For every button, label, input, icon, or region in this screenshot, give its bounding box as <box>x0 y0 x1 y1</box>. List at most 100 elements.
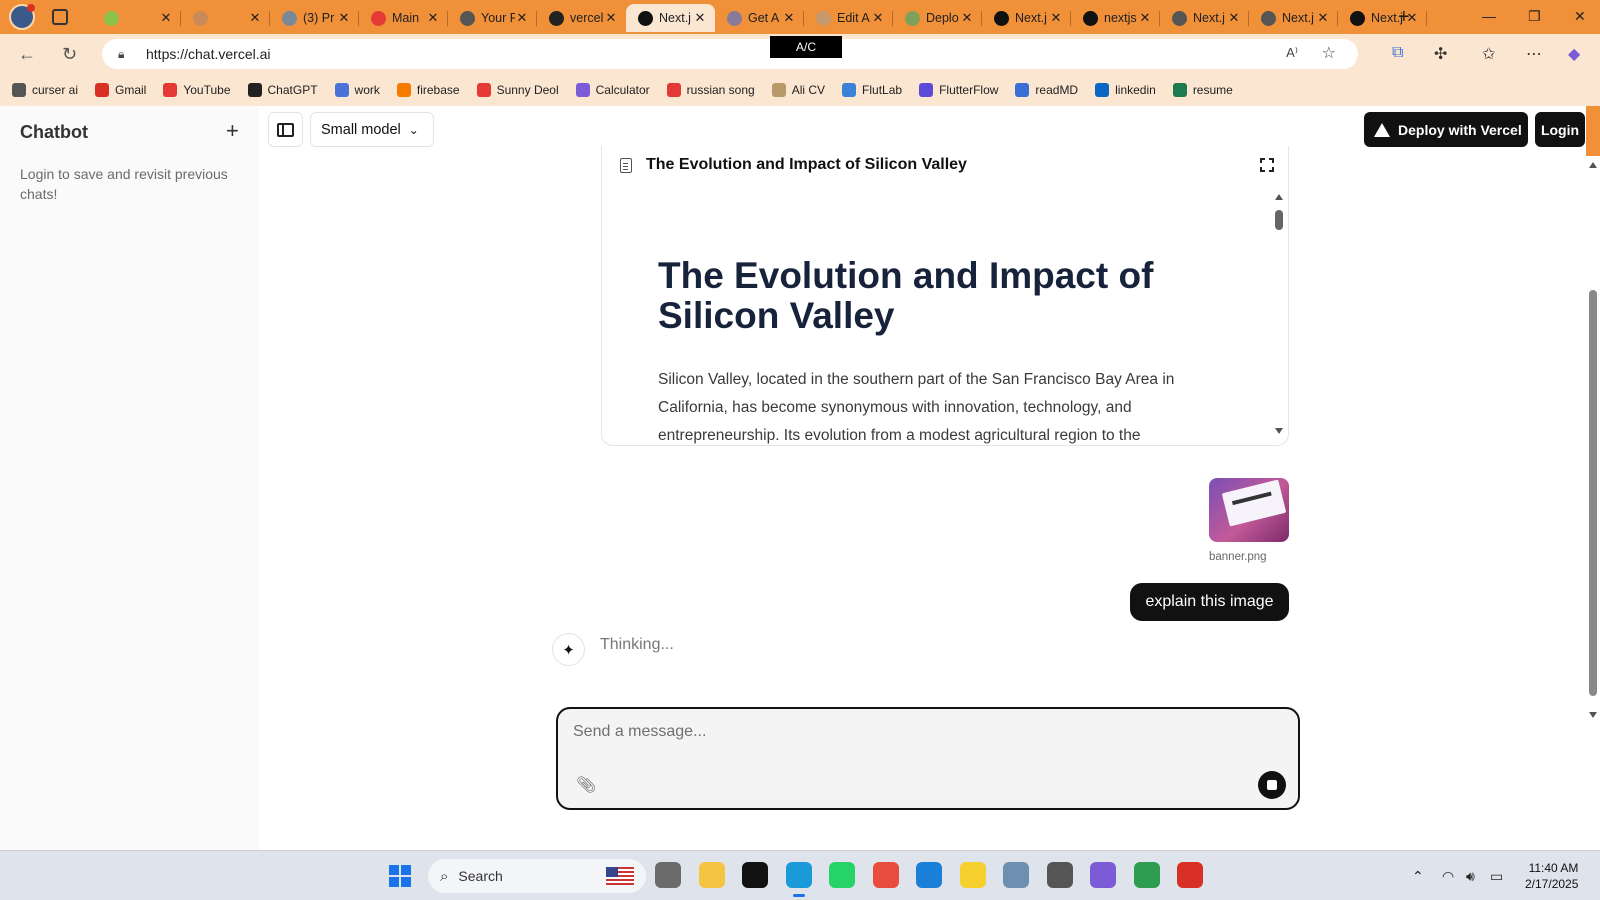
message-input[interactable] <box>573 723 1173 741</box>
bookmark-item[interactable]: Sunny Deol <box>476 83 559 97</box>
browser-tab[interactable]: Next.j ✕ <box>1338 4 1427 32</box>
wifi-icon[interactable]: ◠ <box>1442 868 1454 885</box>
close-tab-icon[interactable]: ✕ <box>693 10 707 26</box>
page-scroll-up-icon[interactable] <box>1589 162 1597 168</box>
close-window-icon[interactable]: ✕ <box>1574 8 1586 25</box>
omnibox[interactable]: 🔒︎ https://chat.vercel.ai A⁾ ☆ <box>102 39 1358 69</box>
bookmark-item[interactable]: Ali CV <box>771 83 825 97</box>
browser-tab[interactable]: Get A ✕ <box>715 4 804 32</box>
artifact-scrollbar[interactable] <box>1274 194 1284 434</box>
close-tab-icon[interactable]: ✕ <box>871 10 885 26</box>
windows-start-icon[interactable] <box>389 865 411 887</box>
bookmark-item[interactable]: russian song <box>666 83 755 97</box>
volume-icon[interactable]: 🔊︎ <box>1466 868 1475 885</box>
scroll-thumb[interactable] <box>1275 210 1283 230</box>
bookmark-item[interactable]: FlutLab <box>842 83 902 97</box>
back-icon[interactable]: ← <box>18 44 36 65</box>
git-app-icon[interactable] <box>872 862 899 888</box>
chevron-up-icon[interactable]: ⌃ <box>1412 868 1424 885</box>
clock-app-icon[interactable] <box>1046 862 1073 888</box>
close-tab-icon[interactable]: ✕ <box>1316 10 1330 26</box>
browser-tab[interactable]: Main ✕ <box>359 4 448 32</box>
browser-tab[interactable]: Edit A ✕ <box>804 4 893 32</box>
browser-tab[interactable]: nextjs ✕ <box>1071 4 1160 32</box>
bookmark-item[interactable]: ChatGPT <box>247 83 318 97</box>
extensions-icon[interactable]: ✣ <box>1434 44 1447 64</box>
browser-tab[interactable]: Next.j ✕ <box>1160 4 1249 32</box>
close-tab-icon[interactable]: ✕ <box>337 10 351 26</box>
browser-tab[interactable]: Next.j ✕ <box>982 4 1071 32</box>
taskbar-search[interactable]: ⌕ Search <box>428 859 646 893</box>
scroll-up-icon[interactable] <box>1275 194 1283 200</box>
page-scroll-down-icon[interactable] <box>1589 712 1597 718</box>
vscode-app-icon[interactable] <box>916 862 942 888</box>
copilot-icon[interactable]: ◆ <box>1568 44 1580 64</box>
terminal-app-icon[interactable] <box>742 862 768 888</box>
browser-tab[interactable]: Deplo ✕ <box>893 4 982 32</box>
battery-icon[interactable]: ▭ <box>1490 868 1503 885</box>
bookmark-item[interactable]: Gmail <box>95 83 146 97</box>
close-tab-icon[interactable]: ✕ <box>960 10 974 26</box>
workspaces-icon[interactable] <box>52 9 68 25</box>
explorer-app-icon[interactable] <box>698 862 725 888</box>
close-tab-icon[interactable]: ✕ <box>248 10 262 26</box>
postman-app-icon[interactable] <box>959 862 986 888</box>
visual-studio-app-icon[interactable] <box>1090 862 1116 888</box>
page-scrollbar[interactable] <box>1586 156 1600 850</box>
toggle-sidebar-button[interactable] <box>268 112 303 147</box>
translate-icon[interactable]: ⧉ <box>1392 44 1403 62</box>
monitor-app-icon[interactable] <box>1003 862 1029 888</box>
favorites-icon[interactable]: ✩ <box>1482 44 1495 64</box>
close-tab-icon[interactable]: ✕ <box>1227 10 1241 26</box>
more-menu-icon[interactable]: ⋯ <box>1526 44 1542 64</box>
browser-tab[interactable]: (3) Pr ✕ <box>270 4 359 32</box>
minimize-icon[interactable]: — <box>1482 8 1496 24</box>
stop-button[interactable] <box>1258 771 1286 799</box>
new-tab-button[interactable]: + <box>1398 6 1410 29</box>
browser-tab[interactable]: Your F ✕ <box>448 4 537 32</box>
whatsapp-app-icon[interactable] <box>829 862 855 888</box>
close-tab-icon[interactable]: ✕ <box>1049 10 1063 26</box>
attachment-thumbnail[interactable] <box>1209 478 1289 542</box>
deploy-with-vercel-button[interactable]: Deploy with Vercel <box>1364 112 1528 147</box>
bookmark-item[interactable]: readMD <box>1015 83 1078 97</box>
close-tab-icon[interactable]: ✕ <box>426 10 440 26</box>
browser-tab[interactable]: vercel ✕ <box>537 4 626 32</box>
model-selector[interactable]: Small model ⌄ <box>310 112 434 147</box>
scroll-down-icon[interactable] <box>1275 428 1283 434</box>
chrome-app-icon[interactable] <box>1177 862 1203 888</box>
favorite-star-icon[interactable]: ☆ <box>1322 43 1336 63</box>
clock[interactable]: 11:40 AM 2/17/2025 <box>1525 860 1578 892</box>
bookmark-item[interactable]: resume <box>1172 83 1233 97</box>
browser-tab[interactable]: ✕ <box>181 4 270 32</box>
close-tab-icon[interactable]: ✕ <box>1138 10 1152 26</box>
new-chat-plus-icon[interactable]: + <box>226 118 239 144</box>
close-tab-icon[interactable]: ✕ <box>159 10 173 26</box>
reload-icon[interactable]: ↻ <box>62 44 77 65</box>
browser-tab[interactable]: ✕ <box>92 4 181 32</box>
bookmark-item[interactable]: firebase <box>396 83 460 97</box>
bookmark-item[interactable]: work <box>334 83 380 97</box>
close-tab-icon[interactable]: ✕ <box>604 10 618 26</box>
chrome-dev-app-icon[interactable] <box>1133 862 1160 888</box>
bookmark-item[interactable]: YouTube <box>163 83 231 97</box>
bookmark-item[interactable]: FlutterFlow <box>919 83 998 97</box>
bookmark-item[interactable]: linkedin <box>1095 83 1156 97</box>
page-scroll-thumb[interactable] <box>1589 290 1597 696</box>
restore-icon[interactable]: ❐ <box>1528 8 1541 25</box>
browser-tab[interactable]: Next.j ✕ <box>1249 4 1338 32</box>
login-button[interactable]: Login <box>1535 112 1585 147</box>
read-aloud-icon[interactable]: A⁾ <box>1286 45 1298 61</box>
browser-tab[interactable]: Next.j ✕ <box>626 4 715 32</box>
fullscreen-icon[interactable] <box>1260 158 1274 172</box>
profile-avatar[interactable] <box>9 4 35 30</box>
bookmark-item[interactable]: curser ai <box>12 83 78 97</box>
bookmark-item[interactable]: Calculator <box>575 83 650 97</box>
close-tab-icon[interactable]: ✕ <box>782 10 796 26</box>
edge-app-icon[interactable] <box>785 862 812 897</box>
close-tab-icon[interactable]: ✕ <box>515 10 529 26</box>
files-app-icon[interactable] <box>655 862 681 888</box>
paperclip-icon[interactable]: 📎︎ <box>576 775 596 795</box>
url-text[interactable]: https://chat.vercel.ai <box>146 46 271 62</box>
sidebar-title[interactable]: Chatbot <box>20 122 88 143</box>
